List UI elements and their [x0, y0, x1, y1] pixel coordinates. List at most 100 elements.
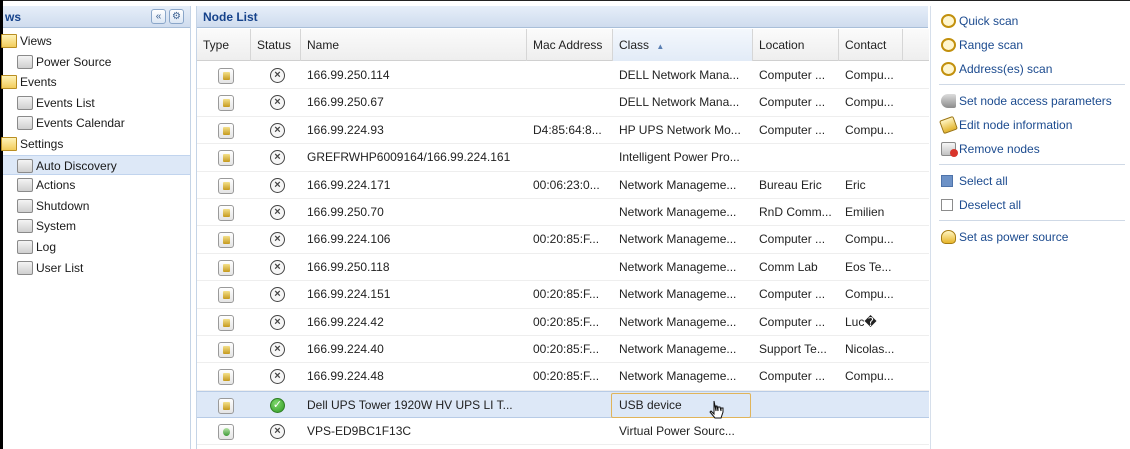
cell-location: Computer ...: [759, 287, 826, 302]
status-error-icon: ×: [270, 341, 285, 357]
tree-item-system[interactable]: System: [3, 216, 190, 237]
cell-contact: Eric: [845, 177, 866, 192]
cell-mac: 00:20:85:F...: [533, 287, 600, 302]
quick-scan-icon: [941, 14, 956, 28]
table-row[interactable]: × 166.99.224.151 00:20:85:F... Network Mana…: [197, 281, 929, 309]
table-row[interactable]: × 166.99.224.48 00:20:85:F... Network Manag…: [197, 363, 929, 391]
tree-item-shutdown[interactable]: Shutdown: [3, 196, 190, 217]
ups-device-icon: [218, 314, 234, 331]
sort-ascending-icon: ▲: [656, 42, 665, 51]
ups-device-icon: [218, 341, 234, 358]
tree-item-events[interactable]: Events: [1, 72, 190, 93]
cell-class: DELL Network Mana...: [619, 95, 740, 110]
cell-class: Network Manageme...: [619, 369, 737, 384]
system-icon: [17, 219, 33, 234]
column-header-class-label: Class: [619, 38, 650, 52]
status-error-icon: ×: [270, 68, 285, 83]
table-row[interactable]: × 166.99.224.93 D4:85:64:8... HP UPS Networ…: [197, 117, 929, 145]
status-error-icon: ×: [270, 232, 285, 248]
status-error-icon: ×: [270, 177, 285, 193]
action-label: Edit node information: [959, 118, 1073, 132]
cell-mac: [527, 62, 613, 89]
cell-location: Computer ...: [759, 369, 826, 384]
tree-item-views[interactable]: Views: [1, 31, 190, 52]
cell-class: Virtual Power Sourc...: [619, 424, 735, 439]
ups-device-icon: [218, 397, 234, 414]
tree-item-user-list[interactable]: User List: [3, 258, 190, 279]
cell-name: VPS-ED9BC1F13C: [307, 424, 412, 439]
column-header-contact[interactable]: Contact: [839, 29, 903, 61]
tree-item-auto-discovery[interactable]: Auto Discovery: [3, 154, 190, 176]
cell-mac: 00:06:23:0...: [533, 177, 600, 192]
actions-icon: [17, 178, 33, 193]
table-row[interactable]: × 166.99.250.114 DELL Network Mana... Compu…: [197, 62, 929, 90]
tree-item-label: Auto Discovery: [36, 158, 117, 173]
table-row[interactable]: × VPS-ED9BC1F13C Virtual Power Sourc...: [197, 418, 929, 446]
column-header-name[interactable]: Name: [301, 29, 527, 61]
status-error-icon: ×: [270, 314, 285, 330]
ups-device-icon: [218, 259, 234, 276]
column-header-location[interactable]: Location: [753, 29, 839, 61]
cell-name: 166.99.250.70: [307, 204, 384, 219]
column-header-status[interactable]: Status: [251, 29, 301, 61]
cell-class: Network Manageme...: [619, 314, 737, 329]
action-separator: [939, 84, 1125, 85]
cell-location: Computer ...: [759, 122, 826, 137]
cell-contact: Nicolas...: [845, 341, 895, 356]
column-header-class[interactable]: Class ▲: [613, 29, 753, 61]
ups-device-icon: [218, 204, 234, 221]
action-label: Address(es) scan: [959, 62, 1053, 76]
status-error-icon: ×: [270, 95, 285, 111]
log-icon: [17, 239, 33, 254]
tree-item-settings[interactable]: Settings: [1, 134, 190, 155]
range-scan-icon: [941, 38, 956, 52]
cell-contact: [839, 418, 903, 445]
action-label: Set node access parameters: [959, 94, 1112, 108]
table-row[interactable]: × 166.99.250.67 DELL Network Mana... Comput…: [197, 89, 929, 117]
status-error-icon: ×: [270, 287, 285, 303]
auto-discovery-icon: [17, 158, 33, 173]
tree-item-actions[interactable]: Actions: [3, 175, 190, 196]
gear-icon[interactable]: ⚙: [169, 9, 184, 24]
column-header-mac-address[interactable]: Mac Address: [527, 29, 613, 61]
ups-device-icon: [218, 68, 234, 84]
remove-icon: [941, 142, 958, 157]
cell-mac: [527, 144, 613, 171]
cell-mac: D4:85:64:8...: [533, 122, 602, 137]
double-chevron-left-icon[interactable]: «: [151, 9, 166, 24]
tree-item-label: Log: [36, 239, 57, 254]
events-calendar-icon: [17, 116, 33, 131]
tree-item-events-list[interactable]: Events List: [3, 93, 190, 114]
tree-item-power-source[interactable]: Power Source: [3, 52, 190, 73]
cell-name: 166.99.224.40: [307, 341, 384, 356]
power-source-icon: [941, 230, 956, 244]
table-row[interactable]: × GREFRWHP6009164/166.99.224.161 Intellige…: [197, 144, 929, 172]
action-label: Range scan: [959, 38, 1024, 52]
cell-class: HP UPS Network Mo...: [619, 122, 741, 137]
tree-item-events-calendar[interactable]: Events Calendar: [3, 113, 190, 134]
tree-item-log[interactable]: Log: [3, 237, 190, 258]
cell-class: Network Manageme...: [619, 287, 737, 302]
cell-location: [753, 392, 839, 419]
cell-name: 166.99.250.118: [307, 259, 390, 274]
ups-device-icon: [218, 369, 234, 386]
cell-class: Network Manageme...: [619, 177, 737, 192]
virtual-power-source-icon: [218, 424, 234, 441]
cell-class: DELL Network Mana...: [619, 68, 740, 82]
table-row[interactable]: × 166.99.224.42 00:20:85:F... Network Manag…: [197, 309, 929, 336]
cell-location: Bureau Eric: [759, 177, 822, 192]
window-top-border: [0, 0, 1130, 1]
table-row[interactable]: × 166.99.224.40 00:20:85:F... Network Manag…: [197, 336, 929, 364]
views-panel-title: ws: [5, 10, 22, 24]
table-row[interactable]: × 166.99.224.106 00:20:85:F... Network Mana…: [197, 226, 929, 254]
tree-item-label: Events List: [36, 95, 95, 110]
cell-location: Computer ...: [759, 68, 826, 82]
table-row[interactable]: × 166.99.250.70 Network Manageme... RnD Com…: [197, 199, 929, 227]
table-row[interactable]: × 166.99.250.118 Network Manageme... Comm L…: [197, 254, 929, 282]
cell-location: Comm Lab: [759, 259, 818, 274]
table-row[interactable]: × 166.99.224.171 00:06:23:0... Network Mana…: [197, 172, 929, 199]
table-row[interactable]: ✓ Dell UPS Tower 1920W HV UPS LI T... USB …: [197, 390, 929, 419]
actions-panel: Quick scan Range scan Address(es) scan Set …: [930, 6, 1130, 449]
cell-mac: 00:20:85:F...: [533, 341, 600, 356]
column-header-type[interactable]: Type: [197, 29, 251, 61]
